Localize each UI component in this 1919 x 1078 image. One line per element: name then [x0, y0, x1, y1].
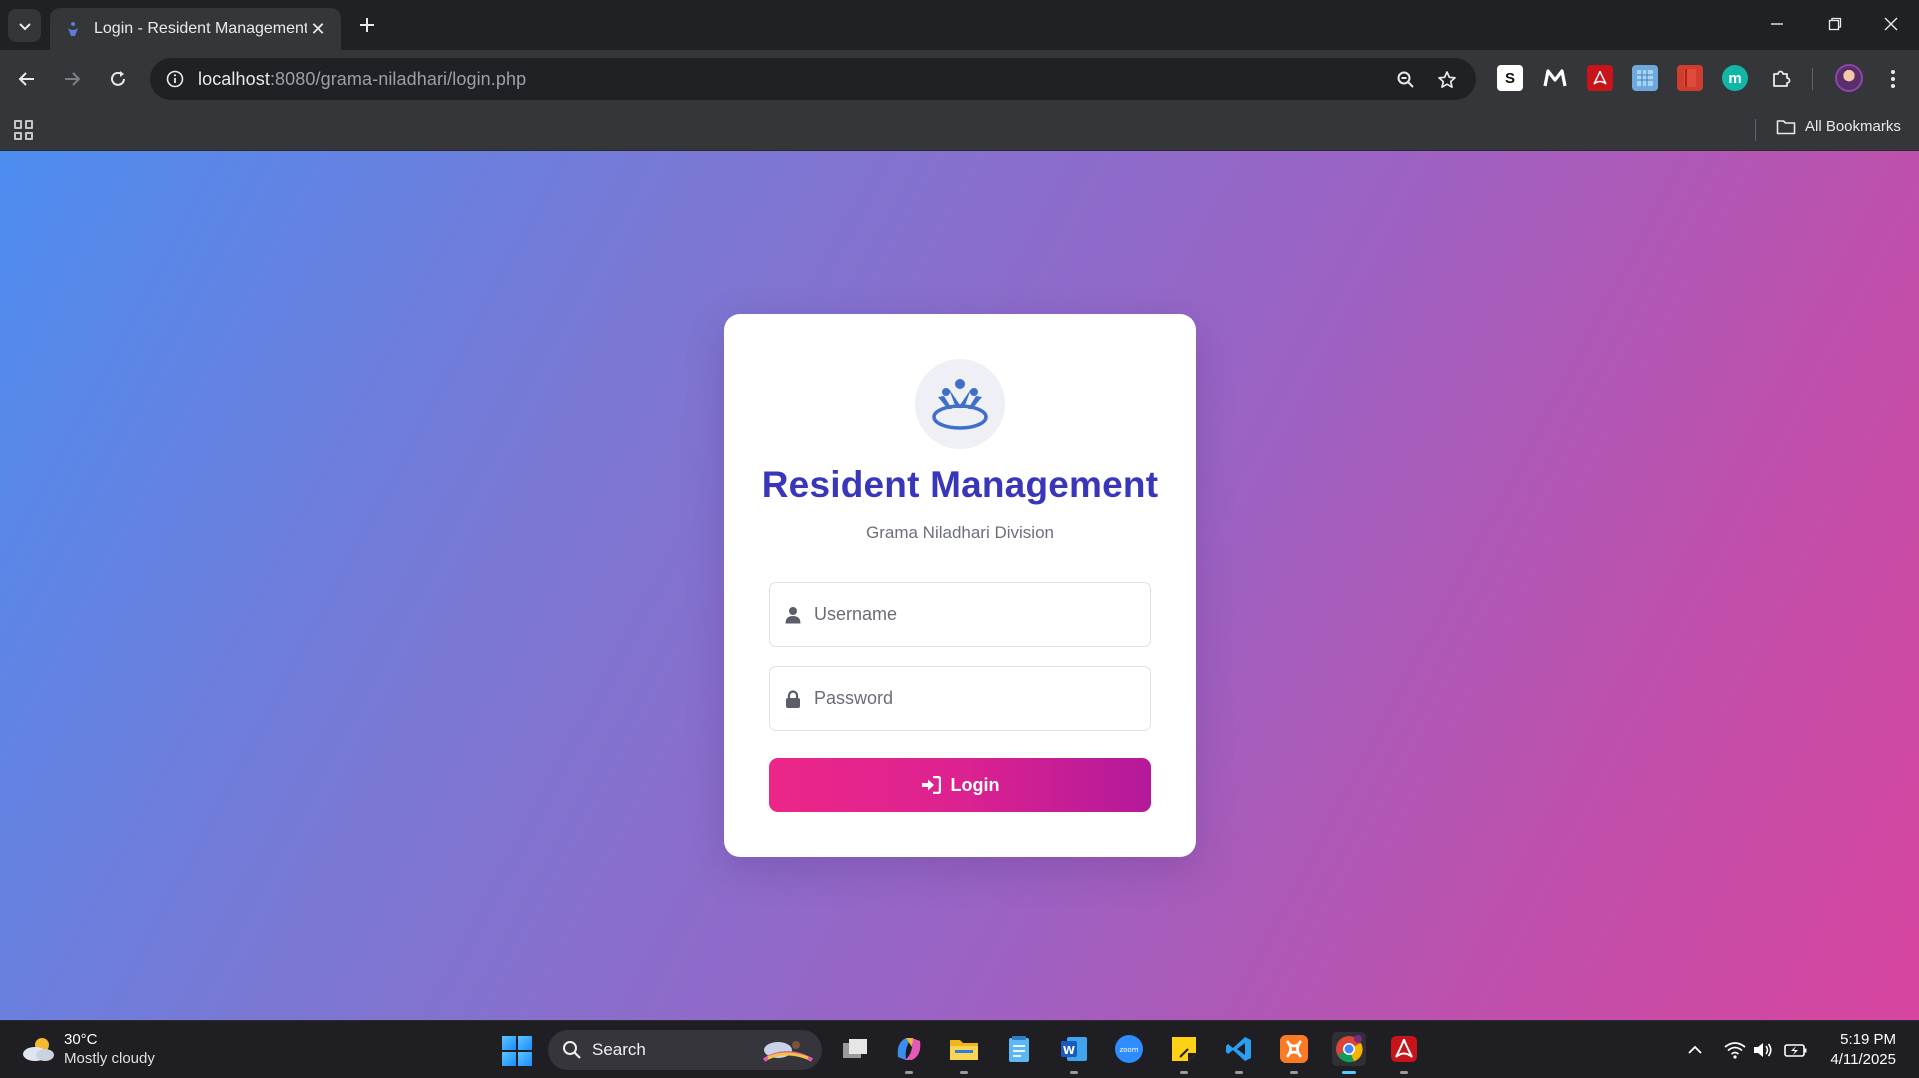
m-circle-icon[interactable]: m: [1722, 65, 1748, 91]
minimize-icon: [1771, 23, 1783, 25]
site-info-icon[interactable]: [164, 68, 186, 90]
bookmarks-bar: All Bookmarks: [0, 108, 1919, 151]
back-button[interactable]: [11, 63, 43, 95]
vscode-icon[interactable]: [1222, 1032, 1256, 1074]
bookmark-star-icon[interactable]: [1434, 67, 1460, 93]
page-subtitle: Grama Niladhari Division: [865, 523, 1054, 542]
login-button-label: Login: [950, 774, 1000, 795]
file-explorer-icon[interactable]: [947, 1032, 981, 1074]
login-button[interactable]: Login: [769, 758, 1151, 812]
minimize-button[interactable]: [1748, 0, 1806, 48]
logo: [915, 359, 1005, 449]
tab-login[interactable]: Login - Resident Management ✕: [50, 8, 341, 50]
volume-icon[interactable]: [1751, 1038, 1775, 1062]
username-input[interactable]: [814, 604, 1150, 625]
sticky-notes-icon[interactable]: [1167, 1032, 1201, 1074]
reload-button[interactable]: [102, 63, 134, 95]
m-logo-icon[interactable]: [1542, 65, 1568, 91]
browser-toolbar: localhost:8080/grama-niladhari/login.php…: [0, 50, 1919, 108]
restore-icon: [1828, 17, 1842, 31]
tab-title: Login - Resident Management: [94, 20, 307, 37]
apps-grid-icon[interactable]: [14, 120, 34, 140]
favicon-icon: [64, 20, 82, 38]
page-viewport: Resident Management Grama Niladhari Divi…: [0, 151, 1919, 1020]
acrobat-taskbar-icon[interactable]: [1387, 1032, 1421, 1074]
svg-text:zoom: zoom: [1119, 1046, 1138, 1054]
search-highlight-icon: [762, 1041, 813, 1062]
sign-in-icon: [921, 776, 941, 794]
community-logo-icon: [932, 379, 988, 430]
weather-desc: Mostly cloudy: [64, 1050, 155, 1067]
user-icon: [784, 605, 802, 625]
task-view-icon[interactable]: [838, 1032, 872, 1066]
password-field[interactable]: [769, 666, 1151, 731]
address-bar[interactable]: localhost:8080/grama-niladhari/login.php: [150, 58, 1476, 100]
taskbar: 30°C Mostly cloudy Search W zoom 5:19 PM…: [0, 1020, 1919, 1078]
profile-avatar[interactable]: [1835, 64, 1863, 92]
plus-icon: [360, 18, 374, 32]
login-card: Resident Management Grama Niladhari Divi…: [724, 314, 1196, 857]
clock[interactable]: 5:19 PM 4/11/2025: [1800, 1030, 1896, 1070]
grid-extension-icon[interactable]: [1632, 65, 1658, 91]
copilot-icon[interactable]: [892, 1032, 926, 1074]
forward-button[interactable]: [56, 63, 88, 95]
browser-tab-strip: Login - Resident Management ✕: [0, 0, 1919, 50]
username-field[interactable]: [769, 582, 1151, 647]
taskbar-search-label: Search: [592, 1040, 646, 1059]
search-icon: [563, 1041, 581, 1059]
cloudy-weather-icon: [23, 1038, 54, 1061]
word-icon[interactable]: W: [1057, 1032, 1091, 1074]
url-path: :8080/grama-niladhari/login.php: [269, 68, 527, 89]
arrow-right-icon: [65, 72, 81, 86]
zoom-icon[interactable]: [1393, 67, 1419, 93]
weather-temp: 30°C: [64, 1031, 98, 1048]
bookmarks-separator: [1755, 119, 1756, 141]
slack-icon[interactable]: S: [1497, 65, 1523, 91]
zoom-app-icon[interactable]: zoom: [1112, 1032, 1146, 1066]
new-tab-button[interactable]: [352, 10, 382, 40]
tab-close-icon[interactable]: ✕: [307, 18, 329, 40]
wifi-icon[interactable]: [1723, 1038, 1747, 1062]
arrow-left-icon: [18, 72, 34, 86]
restore-button[interactable]: [1806, 0, 1864, 48]
xampp-icon[interactable]: [1277, 1032, 1311, 1074]
page-title: Resident Management: [761, 464, 1159, 505]
chevron-up-icon[interactable]: [1683, 1038, 1707, 1062]
tab-search-button[interactable]: [8, 9, 41, 42]
folder-icon: [1776, 119, 1796, 134]
chrome-icon[interactable]: [1332, 1032, 1366, 1074]
all-bookmarks-button[interactable]: All Bookmarks: [1776, 118, 1901, 135]
url-host: localhost: [198, 68, 270, 89]
notepad-icon[interactable]: [1002, 1032, 1036, 1066]
toolbar-separator: [1812, 68, 1813, 90]
url-text: localhost:8080/grama-niladhari/login.php: [198, 69, 526, 90]
close-icon: [1884, 17, 1898, 31]
password-input[interactable]: [814, 688, 1150, 709]
chrome-menu-button[interactable]: [1880, 64, 1906, 94]
windows-start-icon[interactable]: [502, 1036, 532, 1066]
book-icon[interactable]: [1677, 65, 1703, 91]
lock-icon: [784, 689, 802, 709]
acrobat-icon[interactable]: [1587, 65, 1613, 91]
svg-text:W: W: [1063, 1044, 1075, 1057]
puzzle-icon[interactable]: [1768, 65, 1794, 91]
reload-icon: [111, 71, 125, 86]
weather-widget[interactable]: 30°C Mostly cloudy: [20, 1030, 155, 1068]
taskbar-search[interactable]: Search: [548, 1030, 822, 1070]
chevron-down-icon: [18, 22, 31, 30]
close-window-button[interactable]: [1862, 0, 1919, 48]
clock-time: 5:19 PM: [1840, 1031, 1896, 1048]
all-bookmarks-label: All Bookmarks: [1805, 118, 1901, 135]
clock-date: 4/11/2025: [1830, 1051, 1896, 1068]
